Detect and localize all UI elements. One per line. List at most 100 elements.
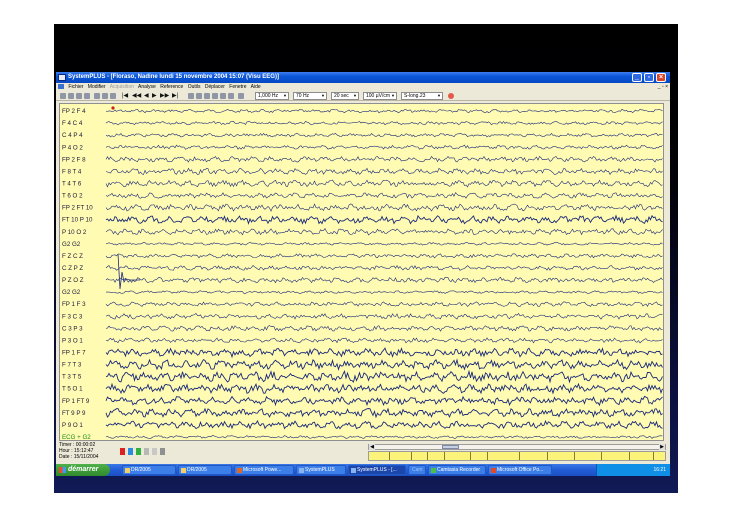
windows-logo-icon: [59, 467, 66, 473]
sensitivity-select[interactable]: 100 µV/cm ▼: [363, 92, 397, 100]
eeg-trace: [105, 155, 663, 163]
toolbar: |◀ ◀◀ ◀ ▶ ▶▶ ▶| 1,000 Hz ▼ 70 Hz ▼ 20 sec ▼: [56, 91, 670, 101]
paste-icon[interactable]: [110, 93, 116, 99]
task-folder-1[interactable]: DR/2005: [122, 465, 176, 475]
menu-aide[interactable]: Aide: [251, 84, 261, 90]
document-icon: [58, 84, 64, 90]
recording-overview[interactable]: [368, 451, 666, 461]
fast-forward-icon[interactable]: ▶▶: [160, 92, 169, 100]
eeg-trace: [105, 167, 663, 176]
task-cam[interactable]: Cam: [408, 465, 426, 475]
eeg-trace: [105, 420, 663, 430]
video-icon[interactable]: [212, 93, 218, 99]
channel-label: FP 2 F 4: [62, 108, 86, 115]
menu-fenetre[interactable]: Fenetre: [229, 84, 246, 90]
eeg-trace: [105, 358, 663, 371]
menu-analyse[interactable]: Analyse: [138, 84, 156, 90]
powerpoint-icon: [237, 468, 242, 473]
open-icon[interactable]: [60, 93, 66, 99]
eeg-trace: [105, 133, 663, 138]
clock[interactable]: 16:21: [653, 467, 666, 473]
eeg-trace: [105, 179, 663, 188]
time-base-select[interactable]: 20 sec ▼: [331, 92, 359, 100]
scroll-thumb[interactable]: [442, 445, 459, 449]
save-icon[interactable]: [68, 93, 74, 99]
channel-label: T 5 O 1: [62, 386, 83, 393]
menu-acquisition[interactable]: Acquisition: [110, 84, 134, 90]
channel-label: G2 G2: [62, 289, 81, 296]
task-systemplus-2[interactable]: SystemPLUS - [...: [348, 465, 406, 475]
first-page-icon[interactable]: |◀: [122, 92, 128, 100]
montage-select[interactable]: S-long.23 ▼: [401, 92, 443, 100]
eeg-trace: [105, 347, 663, 359]
eeg-trace: [105, 120, 663, 126]
minimize-button[interactable]: _: [632, 73, 642, 82]
channel-label: C 3 P 3: [62, 325, 83, 332]
close-button[interactable]: ×: [656, 73, 666, 82]
scroll-right-icon[interactable]: ▶: [659, 444, 665, 450]
red-flag-icon[interactable]: [120, 448, 125, 455]
channel-label: F Z C Z: [62, 253, 83, 260]
task-folder-2[interactable]: DR/2005: [178, 465, 232, 475]
channel-label: FP 2 F 8: [62, 156, 86, 163]
cut-icon[interactable]: [94, 93, 100, 99]
horizontal-scrollbar[interactable]: ◀ ▶: [368, 444, 666, 450]
high-filter-select[interactable]: 70 Hz ▼: [293, 92, 327, 100]
menu-fichier[interactable]: Fichier: [68, 84, 83, 90]
app-icon: [299, 468, 304, 473]
start-button[interactable]: démarrer: [56, 464, 110, 476]
annotation-icon[interactable]: [152, 448, 157, 455]
last-page-icon[interactable]: ▶|: [172, 92, 178, 100]
maximize-button[interactable]: ▫: [644, 73, 654, 82]
overview-mark: [547, 452, 548, 460]
channel-label: ECG + G2: [62, 434, 91, 441]
marker-icon[interactable]: [144, 448, 149, 455]
blue-flag-icon[interactable]: [128, 448, 133, 455]
title-bar[interactable]: SystemPLUS - [Floraso, Nadine lundi 15 n…: [56, 72, 670, 83]
eeg-trace-area[interactable]: FP 2 F 4 F 4 C 4 C 4 P 4 P 4 O 2 FP 2 F 8 F 8…: [59, 103, 664, 441]
app-icon: [351, 468, 356, 473]
eeg-trace: [105, 242, 663, 246]
folder-icon: [125, 468, 130, 473]
slide-background: SystemPLUS - [Floraso, Nadine lundi 15 n…: [54, 24, 678, 493]
marker-icon[interactable]: [204, 93, 210, 99]
task-powerpoint[interactable]: Microsoft Powe...: [234, 465, 294, 475]
bottom-panel: Timer : 00:00:02 Hour : 15:12:47 Date : …: [56, 442, 670, 464]
settings-icon[interactable]: [220, 93, 226, 99]
channel-label: FP 2 FT 10: [62, 205, 93, 212]
filter-icon[interactable]: [196, 93, 202, 99]
menu-modifier[interactable]: Modifier: [88, 84, 106, 90]
green-flag-icon[interactable]: [136, 448, 141, 455]
menu-reference[interactable]: Reference: [160, 84, 183, 90]
montage-icon[interactable]: [188, 93, 194, 99]
task-office[interactable]: Microsoft Office Po...: [488, 465, 552, 475]
channel-label: T 6 O 2: [62, 193, 83, 200]
menu-deplacer[interactable]: Déplacer: [205, 84, 225, 90]
print-icon[interactable]: [76, 93, 82, 99]
report-icon[interactable]: [228, 93, 234, 99]
stop-icon[interactable]: [448, 93, 454, 99]
menu-outils[interactable]: Outils: [188, 84, 201, 90]
overview-mark: [574, 452, 575, 460]
grid-icon[interactable]: [238, 93, 244, 99]
mdi-controls[interactable]: _ ▫ ×: [658, 83, 668, 91]
eeg-trace: [105, 108, 663, 114]
sampling-rate-select[interactable]: 1,000 Hz ▼: [255, 92, 289, 100]
time-info: Timer : 00:00:02 Hour : 15:12:47 Date : …: [59, 442, 98, 460]
fast-rewind-icon[interactable]: ◀◀: [132, 92, 141, 100]
event-marker[interactable]: [111, 106, 115, 110]
tool-icon[interactable]: [160, 448, 165, 455]
overview-mark: [411, 452, 412, 460]
prev-icon[interactable]: ◀: [144, 92, 149, 100]
scroll-left-icon[interactable]: ◀: [369, 444, 375, 450]
next-icon[interactable]: ▶: [152, 92, 157, 100]
task-systemplus-1[interactable]: SystemPLUS: [296, 465, 346, 475]
copy-icon[interactable]: [102, 93, 108, 99]
overview-mark: [519, 452, 520, 460]
channel-label: P 9 O 1: [62, 422, 83, 429]
zoom-icon[interactable]: [84, 93, 90, 99]
overview-mark: [389, 452, 390, 460]
channel-label: P 4 O 2: [62, 144, 83, 151]
channel-label: FP 1 F 7: [62, 349, 86, 356]
task-camtasia[interactable]: Camtasia Recorder: [428, 465, 486, 475]
